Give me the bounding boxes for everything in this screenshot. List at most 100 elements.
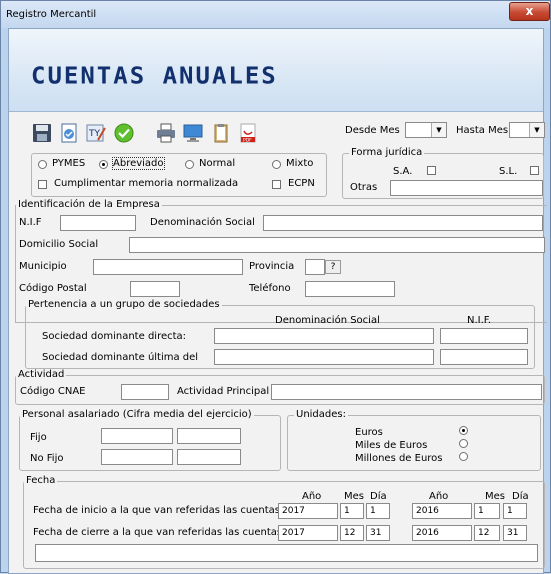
inicio-dia-1-field[interactable]: 1	[366, 503, 390, 519]
sl-label: S.L.	[499, 166, 518, 177]
desde-mes-label: Desde Mes	[345, 125, 400, 136]
actividad-principal-field[interactable]	[271, 384, 542, 400]
header-banner: CUENTAS ANUALES	[9, 29, 543, 112]
cnae-field[interactable]	[121, 384, 169, 400]
nif-field[interactable]	[60, 215, 136, 231]
actividad-principal-label: Actividad Principal	[177, 386, 270, 397]
ecpn-checkbox[interactable]	[272, 180, 281, 189]
inicio-mes-1-field[interactable]: 1	[340, 503, 364, 519]
cierre-ano-2-field[interactable]: 2016	[412, 525, 472, 541]
municipio-label: Municipio	[19, 261, 67, 272]
title-bar: Registro Mercantil x	[1, 1, 550, 28]
close-button[interactable]: x	[509, 2, 550, 21]
normal-radio[interactable]	[185, 160, 194, 169]
euros-label: Euros	[355, 427, 383, 438]
ano-header-2: Año	[429, 491, 449, 502]
fijo-field-2[interactable]	[177, 428, 241, 444]
fecha-inicio-label: Fecha de inicio a la que van referidas l…	[33, 505, 284, 516]
otras-field[interactable]	[390, 180, 543, 196]
pdf-icon[interactable]: PDF	[237, 122, 259, 144]
grupo-legend: Pertenencia a un grupo de sociedades	[26, 299, 222, 310]
save-icon[interactable]	[31, 122, 53, 144]
domicilio-field[interactable]	[129, 237, 545, 253]
forma-juridica-legend: Forma jurídica	[349, 147, 425, 158]
fijo-label: Fijo	[30, 432, 47, 443]
denominacion-field[interactable]	[263, 215, 543, 231]
edit-text-icon[interactable]: TY	[85, 122, 107, 144]
telefono-field[interactable]	[305, 281, 395, 297]
cp-label: Código Postal	[19, 283, 87, 294]
open-document-icon[interactable]	[58, 122, 80, 144]
svg-text:PDF: PDF	[243, 137, 252, 143]
ano-header-1: Año	[302, 491, 322, 502]
app-window: Registro Mercantil x CUENTAS ANUALES TY	[0, 0, 551, 574]
clipboard-icon[interactable]	[210, 122, 232, 144]
euros-radio[interactable]	[459, 426, 468, 435]
pymes-label: PYMES	[52, 158, 86, 169]
miles-radio[interactable]	[459, 439, 468, 448]
hasta-mes-select[interactable]: ▼	[509, 122, 545, 138]
dia-header-1: Día	[370, 491, 387, 502]
fijo-field-1[interactable]	[101, 428, 173, 444]
sa-checkbox[interactable]	[427, 166, 436, 175]
fecha-legend: Fecha	[24, 475, 58, 486]
otras-label: Otras	[350, 182, 378, 193]
mixto-radio[interactable]	[272, 160, 281, 169]
unidades-legend: Unidades:	[294, 409, 348, 420]
ecpn-label: ECPN	[288, 178, 315, 189]
dia-header-2: Día	[512, 491, 529, 502]
form-client-area: CUENTAS ANUALES TY PDF Desde Mes ▼ Hasta…	[8, 28, 547, 574]
mes-header-1: Mes	[344, 491, 364, 502]
cierre-dia-1-field[interactable]: 31	[366, 525, 390, 541]
sa-label: S.A.	[393, 166, 413, 177]
desde-mes-select[interactable]: ▼	[405, 122, 447, 138]
cierre-mes-1-field[interactable]: 12	[340, 525, 364, 541]
hasta-mes-label: Hasta Mes	[456, 125, 509, 136]
chevron-down-icon: ▼	[529, 123, 544, 137]
window-title: Registro Mercantil	[6, 9, 97, 20]
pymes-radio[interactable]	[38, 160, 47, 169]
print-icon[interactable]	[155, 122, 177, 144]
domicilio-label: Domicilio Social	[19, 239, 99, 250]
nif-label: N.I.F	[19, 217, 42, 228]
miles-label: Miles de Euros	[355, 440, 428, 451]
abreviado-label: Abreviado	[112, 157, 165, 170]
mes-header-2: Mes	[485, 491, 505, 502]
grupo-denominacion-header: Denominación Social	[275, 315, 380, 326]
fecha-observaciones-field[interactable]	[35, 544, 538, 562]
abreviado-radio[interactable]	[99, 160, 108, 169]
cierre-ano-1-field[interactable]: 2017	[278, 525, 338, 541]
inicio-ano-1-field[interactable]: 2017	[278, 503, 338, 519]
ultima-nif-field[interactable]	[440, 349, 528, 365]
chevron-down-icon: ▼	[431, 123, 446, 137]
municipio-field[interactable]	[93, 259, 243, 275]
monitor-icon[interactable]	[182, 122, 204, 144]
cierre-mes-2-field[interactable]: 12	[474, 525, 500, 541]
no-fijo-field-1[interactable]	[101, 449, 173, 465]
inicio-ano-2-field[interactable]: 2016	[412, 503, 472, 519]
ultima-denominacion-field[interactable]	[214, 349, 434, 365]
grupo-nif-header: N.I.F.	[467, 315, 492, 326]
cnae-label: Código CNAE	[20, 386, 86, 397]
provincia-lookup-button[interactable]: ?	[325, 260, 341, 274]
no-fijo-label: No Fijo	[30, 453, 64, 464]
provincia-field[interactable]	[305, 259, 325, 275]
fecha-cierre-label: Fecha de cierre a la que van referidas l…	[33, 527, 286, 538]
ok-check-icon[interactable]	[113, 122, 135, 144]
telefono-label: Teléfono	[249, 283, 291, 294]
inicio-dia-2-field[interactable]: 1	[503, 503, 527, 519]
inicio-mes-2-field[interactable]: 1	[474, 503, 500, 519]
mixto-label: Mixto	[286, 158, 314, 169]
denominacion-label: Denominación Social	[150, 217, 255, 228]
directa-nif-field[interactable]	[440, 328, 528, 344]
ultima-label: Sociedad dominante última del	[42, 352, 199, 363]
memoria-checkbox[interactable]	[38, 180, 47, 189]
millones-label: Millones de Euros	[355, 453, 443, 464]
directa-denominacion-field[interactable]	[214, 328, 434, 344]
cierre-dia-2-field[interactable]: 31	[503, 525, 527, 541]
personal-legend: Personal asalariado (Cifra media del eje…	[20, 409, 254, 420]
sl-checkbox[interactable]	[530, 166, 539, 175]
millones-radio[interactable]	[459, 452, 468, 461]
no-fijo-field-2[interactable]	[177, 449, 241, 465]
cp-field[interactable]	[130, 281, 180, 297]
